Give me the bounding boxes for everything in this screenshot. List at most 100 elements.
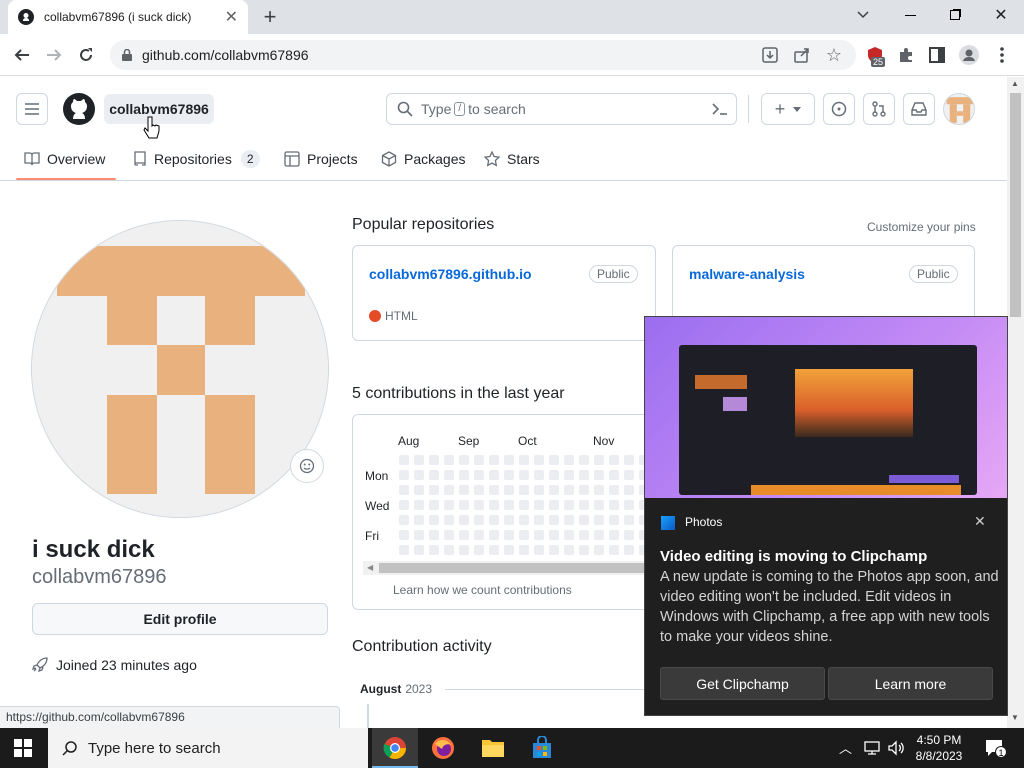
contribution-day-cell[interactable] [489,455,499,465]
contribution-day-cell[interactable] [414,545,424,555]
page-scrollbar-thumb[interactable] [1010,93,1021,317]
contribution-day-cell[interactable] [579,500,589,510]
contribution-day-cell[interactable] [579,515,589,525]
contribution-day-cell[interactable] [429,485,439,495]
taskbar-clock[interactable]: 4:50 PM 8/8/2023 [914,732,964,764]
contribution-day-cell[interactable] [444,530,454,540]
side-panel-icon[interactable] [922,40,952,70]
contribution-day-cell[interactable] [414,470,424,480]
hamburger-menu-button[interactable] [16,93,48,125]
contribution-day-cell[interactable] [624,470,634,480]
contribution-day-cell[interactable] [534,515,544,525]
set-status-button[interactable] [290,449,324,483]
contribution-day-cell[interactable] [444,515,454,525]
contribution-day-cell[interactable] [609,485,619,495]
contribution-day-cell[interactable] [489,470,499,480]
contribution-day-cell[interactable] [429,500,439,510]
contribution-day-cell[interactable] [519,515,529,525]
browser-tab[interactable]: collabvm67896 (i suck dick) ✕ [8,0,248,34]
contribution-day-cell[interactable] [429,545,439,555]
contribution-day-cell[interactable] [519,530,529,540]
contribution-day-cell[interactable] [609,545,619,555]
extensions-puzzle-icon[interactable] [891,40,921,70]
contribution-day-cell[interactable] [399,530,409,540]
edit-profile-button[interactable]: Edit profile [32,603,328,635]
contribution-day-cell[interactable] [609,530,619,540]
user-avatar-small[interactable] [943,93,975,125]
contribution-day-cell[interactable] [429,455,439,465]
contribution-day-cell[interactable] [444,500,454,510]
contribution-day-cell[interactable] [564,470,574,480]
contribution-day-cell[interactable] [444,545,454,555]
contribution-day-cell[interactable] [474,545,484,555]
repo-link-1[interactable]: collabvm67896.github.io [369,266,532,282]
contribution-day-cell[interactable] [564,545,574,555]
profile-avatar[interactable] [31,220,329,518]
contribution-day-cell[interactable] [534,530,544,540]
contribution-day-cell[interactable] [594,485,604,495]
contribution-day-cell[interactable] [549,530,559,540]
create-new-button[interactable]: + [761,93,815,125]
contribution-day-cell[interactable] [459,485,469,495]
contribution-day-cell[interactable] [474,485,484,495]
contribution-day-cell[interactable] [549,500,559,510]
minimize-icon[interactable] [895,0,925,30]
contribution-day-cell[interactable] [534,485,544,495]
get-clipchamp-button[interactable]: Get Clipchamp [660,667,825,700]
photos-notification[interactable]: Photos ✕ Video editing is moving to Clip… [644,316,1008,716]
contribution-day-cell[interactable] [414,500,424,510]
tab-close-icon[interactable]: ✕ [225,7,238,27]
contribution-day-cell[interactable] [564,455,574,465]
contribution-day-cell[interactable] [414,530,424,540]
contribution-day-cell[interactable] [399,515,409,525]
contribution-day-cell[interactable] [594,515,604,525]
contribution-day-cell[interactable] [504,515,514,525]
toast-close-icon[interactable]: ✕ [974,513,986,530]
contribution-day-cell[interactable] [459,515,469,525]
contribution-day-cell[interactable] [504,500,514,510]
tab-stars[interactable]: Stars [484,138,540,180]
contribution-day-cell[interactable] [549,545,559,555]
tab-packages[interactable]: Packages [381,138,465,180]
contribution-day-cell[interactable] [609,500,619,510]
contribution-day-cell[interactable] [519,455,529,465]
volume-icon[interactable] [887,740,905,756]
forward-icon[interactable] [39,40,69,70]
graph-scrollbar-thumb[interactable] [379,563,651,573]
profile-icon[interactable] [954,40,984,70]
contribution-day-cell[interactable] [489,500,499,510]
contribution-day-cell[interactable] [504,455,514,465]
contribution-day-cell[interactable] [429,515,439,525]
show-hidden-icons-chevron-icon[interactable]: ︿ [839,738,852,757]
contribution-day-cell[interactable] [564,530,574,540]
contribution-day-cell[interactable] [474,530,484,540]
contribution-day-cell[interactable] [549,470,559,480]
contribution-day-cell[interactable] [429,530,439,540]
contribution-day-cell[interactable] [549,485,559,495]
contribution-day-cell[interactable] [444,455,454,465]
contribution-day-cell[interactable] [519,500,529,510]
windows-start-icon[interactable] [14,739,32,757]
contribution-day-cell[interactable] [624,455,634,465]
contribution-day-cell[interactable] [504,530,514,540]
github-logo-icon[interactable] [63,93,95,125]
contribution-day-cell[interactable] [564,500,574,510]
contribution-day-cell[interactable] [489,545,499,555]
contribution-day-cell[interactable] [474,500,484,510]
pull-requests-button[interactable] [863,93,895,125]
contribution-day-cell[interactable] [444,470,454,480]
contribution-day-cell[interactable] [594,530,604,540]
tab-overview[interactable]: Overview [24,138,105,180]
contribution-day-cell[interactable] [594,455,604,465]
tab-repositories[interactable]: Repositories 2 [133,138,260,180]
contribution-day-cell[interactable] [519,470,529,480]
network-icon[interactable] [863,740,881,756]
contribution-day-cell[interactable] [459,455,469,465]
contribution-day-cell[interactable] [564,515,574,525]
restore-icon[interactable] [940,0,970,30]
browser-menu-icon[interactable] [987,40,1017,70]
contribution-day-cell[interactable] [579,545,589,555]
contribution-day-cell[interactable] [459,545,469,555]
contribution-day-cell[interactable] [609,455,619,465]
contribution-day-cell[interactable] [414,485,424,495]
